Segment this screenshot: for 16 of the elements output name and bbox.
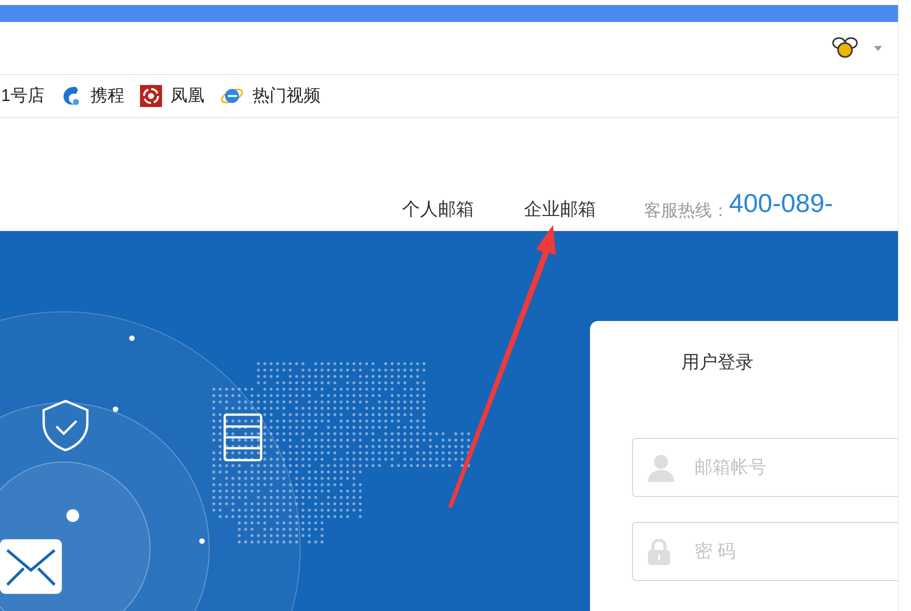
- login-title: 用户登录: [680, 351, 755, 374]
- lock-icon: [648, 538, 670, 564]
- hotline-label: 客服热线：: [644, 200, 729, 222]
- swirl-icon: [140, 85, 162, 107]
- nav-link[interactable]: 企业邮箱: [524, 196, 596, 223]
- password-field[interactable]: 密 码: [632, 522, 898, 581]
- account-field[interactable]: 邮箱帐号: [632, 438, 898, 497]
- bee-icon[interactable]: [832, 37, 858, 59]
- bookmark-link[interactable]: 热门视频: [220, 83, 320, 109]
- bookmark-link[interactable]: 携程: [60, 83, 124, 109]
- bookmark-link[interactable]: 凤凰: [140, 83, 204, 109]
- caret-icon[interactable]: [874, 46, 882, 50]
- nav-link[interactable]: 个人邮箱: [402, 196, 474, 223]
- bookmark-link[interactable]: 1号店: [1, 83, 44, 109]
- user-icon: [648, 454, 674, 482]
- hotline-number[interactable]: 400-089-: [729, 184, 834, 223]
